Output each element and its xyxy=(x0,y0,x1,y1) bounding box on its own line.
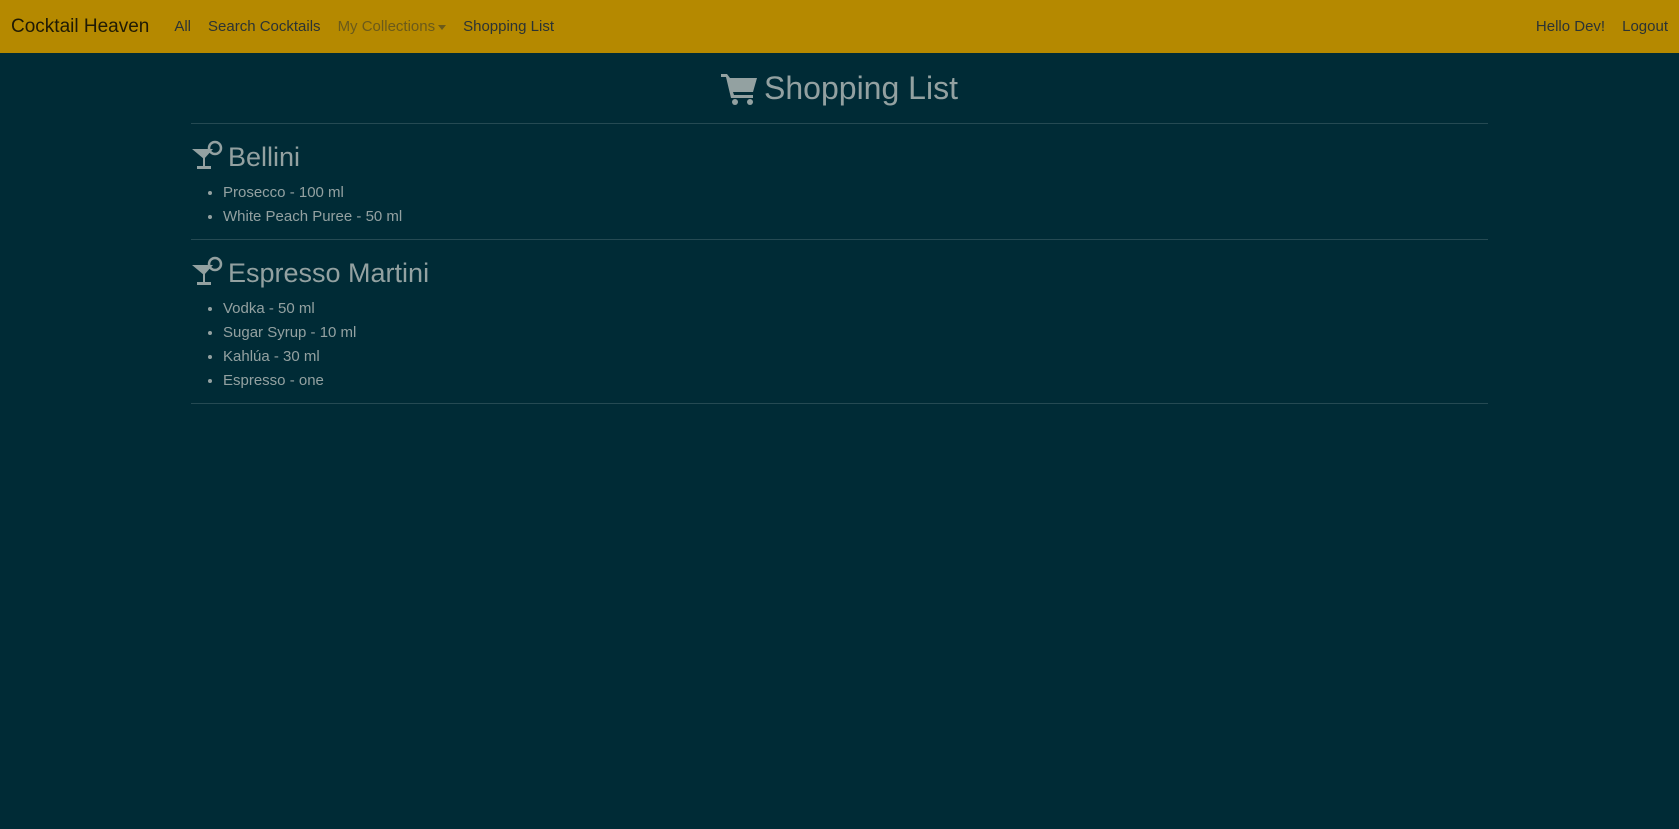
ingredient-item: Prosecco - 100 ml xyxy=(223,181,1488,205)
cocktail-section: Bellini Prosecco - 100 ml White Peach Pu… xyxy=(191,124,1488,240)
nav-collections-label: My Collections xyxy=(337,18,436,35)
top-navbar: Cocktail Heaven All Search Cocktails My … xyxy=(0,0,1679,53)
user-greeting-link[interactable]: Hello Dev! xyxy=(1536,18,1605,35)
cocktail-glass-icon xyxy=(191,140,223,175)
cocktail-header: Bellini xyxy=(191,140,1488,174)
ingredient-item: Vodka - 50 ml xyxy=(223,297,1488,321)
ingredient-item: Sugar Syrup - 10 ml xyxy=(223,321,1488,345)
ingredient-item: Espresso - one xyxy=(223,369,1488,393)
nav-left: Cocktail Heaven All Search Cocktails My … xyxy=(11,16,571,38)
shopping-cart-icon xyxy=(721,72,758,105)
cocktail-section: Espresso Martini Vodka - 50 ml Sugar Syr… xyxy=(191,240,1488,404)
nav-right: Hello Dev! Logout xyxy=(1536,18,1668,35)
nav-shopping-list-link[interactable]: Shopping List xyxy=(463,18,554,35)
cocktail-header: Espresso Martini xyxy=(191,256,1488,290)
ingredient-list: Vodka - 50 ml Sugar Syrup - 10 ml Kahlúa… xyxy=(191,297,1488,393)
nav-search-link[interactable]: Search Cocktails xyxy=(208,18,321,35)
page-title: Shopping List xyxy=(764,69,958,106)
chevron-down-icon xyxy=(438,24,447,30)
logout-link[interactable]: Logout xyxy=(1622,18,1668,35)
cocktail-glass-icon xyxy=(191,256,223,291)
page-header: Shopping List xyxy=(191,53,1488,124)
ingredient-item: White Peach Puree - 50 ml xyxy=(223,205,1488,229)
ingredient-list: Prosecco - 100 ml White Peach Puree - 50… xyxy=(191,181,1488,229)
ingredient-item: Kahlúa - 30 ml xyxy=(223,345,1488,369)
main-content: Shopping List Bellini Prosecco - 100 ml … xyxy=(191,53,1488,404)
cocktail-name: Bellini xyxy=(228,141,301,172)
nav-collections-dropdown[interactable]: My Collections xyxy=(338,18,447,35)
nav-all-link[interactable]: All xyxy=(174,18,191,35)
brand-link[interactable]: Cocktail Heaven xyxy=(11,16,149,38)
cocktail-name: Espresso Martini xyxy=(228,257,430,288)
